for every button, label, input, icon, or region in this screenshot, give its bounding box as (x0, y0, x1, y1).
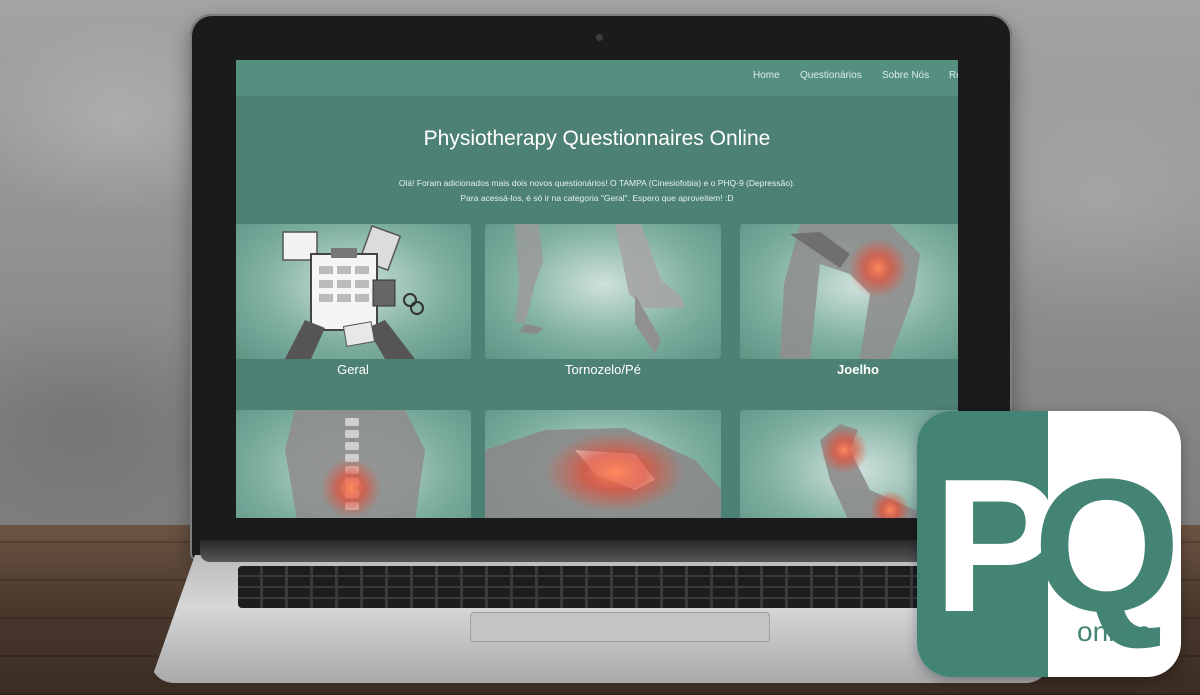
pq-online-logo: P Q online (917, 411, 1181, 677)
top-navbar: Home Questionários Sobre Nós Re (236, 60, 958, 96)
logo-letter-q: Q (1033, 440, 1181, 652)
laptop-keyboard (238, 566, 938, 608)
nav-home-link[interactable]: Home (753, 70, 780, 81)
paperwork-icon (282, 224, 424, 359)
category-card-coluna[interactable] (236, 410, 471, 518)
category-card-joelho[interactable] (740, 224, 958, 359)
laptop-trackpad (470, 612, 770, 642)
category-card-geral[interactable] (236, 224, 471, 359)
nav-truncated-link[interactable]: Re (949, 70, 958, 81)
laptop-hinge (200, 540, 1000, 562)
nav-questionarios-link[interactable]: Questionários (800, 70, 862, 81)
category-card-tornozelo-pe[interactable] (485, 224, 721, 359)
knee-icon (780, 224, 920, 359)
nav-sobre-nos-link[interactable]: Sobre Nós (882, 70, 929, 81)
spine-icon (285, 410, 425, 518)
category-label-joelho[interactable]: Joelho (740, 362, 958, 377)
notice-line-2: Para acessá-los, é só ir na categoria "G… (460, 193, 734, 203)
category-label-geral[interactable]: Geral (236, 362, 471, 377)
logo-tagline: online (1077, 616, 1152, 647)
webcam-icon (596, 34, 603, 41)
category-card-ombro[interactable] (485, 410, 721, 518)
category-label-tornozelo-pe[interactable]: Tornozelo/Pé (485, 362, 721, 377)
website-screen: Home Questionários Sobre Nós Re Physioth… (236, 60, 958, 518)
page-title: Physiotherapy Questionnaires Online (423, 127, 771, 150)
notice-line-1: Olá! Foram adicionados mais dois novos q… (398, 178, 796, 188)
ankle-foot-icon (515, 224, 685, 354)
shoulder-icon (485, 428, 721, 518)
